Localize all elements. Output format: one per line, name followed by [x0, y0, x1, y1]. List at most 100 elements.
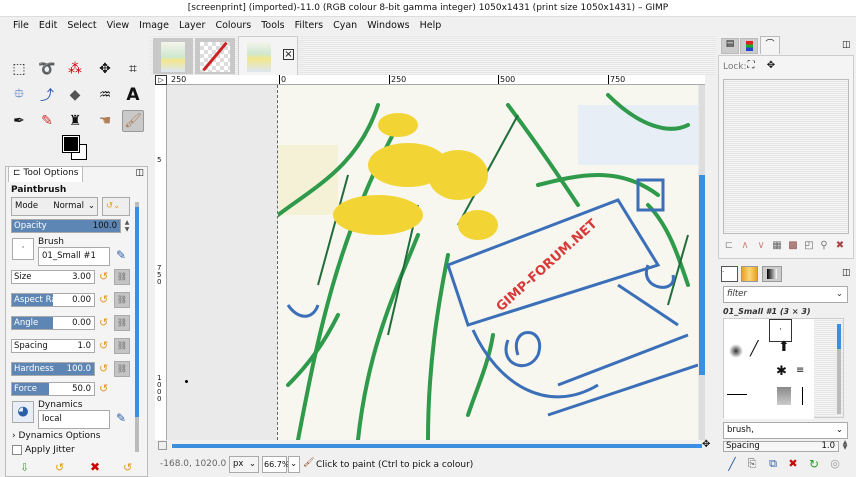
duplicate-path-icon[interactable]: ▦ — [770, 240, 784, 251]
text-tool-icon[interactable]: A — [122, 84, 144, 106]
menu-tools[interactable]: Tools — [256, 17, 289, 35]
brush-hline[interactable] — [727, 394, 747, 395]
opacity-spinner[interactable]: ▲ ▼ — [122, 219, 132, 233]
options-scrollbar[interactable] — [135, 202, 139, 452]
tab-paths[interactable]: ⌒ — [760, 36, 780, 54]
hardness-slider[interactable]: Hardness 100.0 — [11, 362, 95, 376]
menu-colours[interactable]: Colours — [210, 17, 256, 35]
zoom-field[interactable]: 66.7% — [262, 456, 289, 473]
lock-path-icon[interactable]: ⛶ — [744, 60, 758, 71]
horizontal-scrollbar[interactable] — [172, 444, 702, 448]
edit-brush-icon[interactable]: ✎ — [116, 248, 126, 262]
reset-force-icon[interactable]: ↺ — [99, 383, 111, 395]
move-tool-icon[interactable]: ✥ — [94, 58, 116, 80]
brush-splatter[interactable]: ✱ — [776, 364, 787, 379]
brush-field[interactable]: 01_Small #1 — [38, 247, 110, 266]
new-path-icon[interactable]: ⊏ — [722, 240, 736, 251]
selection-to-path-icon[interactable]: ◰ — [802, 240, 816, 251]
lower-path-icon[interactable]: ∨ — [754, 240, 768, 251]
panel-menu-icon[interactable]: ◫ — [135, 168, 144, 178]
menu-layer[interactable]: Layer — [174, 17, 211, 35]
menu-file[interactable]: File — [8, 17, 34, 35]
reset-angle-icon[interactable]: ↺ — [99, 317, 111, 329]
menu-windows[interactable]: Windows — [362, 17, 414, 35]
crop-tool-icon[interactable]: ⌗ — [122, 58, 144, 80]
brush-preview[interactable]: · — [12, 238, 34, 260]
menu-help[interactable]: Help — [415, 17, 447, 35]
spacing-slider[interactable]: Spacing 1.0 — [11, 339, 95, 353]
path-to-selection-icon[interactable]: ▩ — [786, 240, 800, 251]
duplicate-brush-icon[interactable]: ⧉ — [766, 457, 780, 471]
vertical-scrollbar[interactable] — [699, 85, 705, 440]
brush-grid-scrollbar[interactable] — [837, 324, 841, 414]
lock-position-icon[interactable]: ✥ — [764, 60, 778, 71]
edit-brush-icon[interactable]: ╱ — [725, 457, 739, 471]
delete-options-icon[interactable]: ✖ — [90, 460, 100, 474]
rect-select-tool-icon[interactable]: ⬚ — [8, 58, 30, 80]
brush-filter-input[interactable]: filter ⌄ — [723, 286, 848, 303]
image-content[interactable]: GIMP-FORUM.NET — [277, 85, 698, 440]
brush-line[interactable]: ╱ — [750, 341, 758, 357]
image-canvas[interactable]: GIMP-FORUM.NET — [167, 85, 705, 440]
stroke-path-icon[interactable]: ⚲ — [817, 240, 831, 251]
menu-edit[interactable]: Edit — [34, 17, 62, 35]
tab-brushes[interactable]: · — [721, 266, 738, 282]
panel-menu-icon[interactable]: ◫ — [842, 268, 851, 278]
warp-tool-icon[interactable]: ⤴ — [36, 84, 58, 106]
menu-cyan[interactable]: Cyan — [328, 17, 362, 35]
foreground-color[interactable] — [62, 135, 80, 153]
reset-options-icon[interactable]: ↺ — [123, 461, 132, 474]
dynamics-field[interactable]: local — [38, 410, 110, 429]
navigate-icon[interactable]: ✥ — [702, 439, 710, 450]
apply-jitter-checkbox[interactable]: Apply Jitter — [12, 443, 75, 456]
reset-hardness-icon[interactable]: ↺ — [99, 363, 111, 375]
aspect-ratio-slider[interactable]: Aspect Ratio 0.00 — [11, 293, 95, 307]
bucket-fill-tool-icon[interactable]: ◆ — [64, 84, 86, 106]
tab-patterns[interactable] — [741, 266, 758, 282]
raise-path-icon[interactable]: ∧ — [738, 240, 752, 251]
brush-fuzzy[interactable] — [729, 344, 743, 358]
image-tab-3-active[interactable]: × — [238, 36, 298, 75]
angle-slider[interactable]: Angle 0.00 — [11, 316, 95, 330]
unified-transform-tool-icon[interactable]: ⯐ — [8, 84, 30, 106]
opacity-slider[interactable]: Opacity 100.0 — [11, 219, 121, 233]
link-spacing-button[interactable]: ⛓ — [114, 338, 130, 354]
menu-image[interactable]: Image — [134, 17, 174, 35]
tab-gradients[interactable] — [762, 266, 782, 282]
image-tab-1[interactable] — [153, 38, 193, 74]
link-hardness-button[interactable]: ⛓ — [114, 361, 130, 377]
reset-size-icon[interactable]: ↺ — [99, 271, 111, 283]
navigate-button[interactable] — [158, 441, 167, 450]
dynamics-icon[interactable]: ◕ — [12, 401, 34, 423]
menu-filters[interactable]: Filters — [290, 17, 328, 35]
dynamics-options-expander[interactable]: › Dynamics Options — [12, 430, 100, 442]
tab-tool-options[interactable]: ⊏ Tool Options — [8, 166, 84, 182]
link-aspect-button[interactable]: ⛓ — [114, 292, 130, 308]
brush-vline[interactable] — [802, 387, 803, 405]
link-angle-button[interactable]: ⛓ — [114, 315, 130, 331]
edit-dynamics-icon[interactable]: ✎ — [116, 411, 126, 425]
smudge-tool-icon[interactable]: ☚ — [94, 110, 116, 132]
brush-arrow[interactable]: ⬆ — [778, 339, 790, 355]
reset-spacing-icon[interactable]: ↺ — [99, 340, 111, 352]
close-tab-icon[interactable]: × — [283, 49, 294, 60]
save-options-icon[interactable]: ⇩ — [20, 461, 29, 474]
unit-select[interactable]: px ⌄ — [229, 456, 259, 473]
color-picker-tool-icon[interactable]: ✒ — [8, 110, 30, 132]
paths-tool-icon[interactable]: ♒ — [94, 84, 116, 106]
refresh-brushes-icon[interactable]: ↻ — [807, 457, 821, 471]
delete-brush-icon[interactable]: ✖ — [786, 457, 800, 470]
clone-tool-icon[interactable]: ♜ — [64, 110, 86, 132]
menu-view[interactable]: View — [102, 17, 135, 35]
fuzzy-select-tool-icon[interactable]: ⁂ — [64, 58, 86, 80]
mode-select[interactable]: Mode Normal ⌄ — [11, 197, 98, 216]
image-tab-2[interactable] — [195, 38, 235, 74]
eraser-tool-icon[interactable]: ✎ — [36, 110, 58, 132]
brush-grid[interactable]: · ╱ ⬆ ✱ ≡ — [723, 318, 844, 419]
reset-aspect-icon[interactable]: ↺ — [99, 294, 111, 306]
brush-spacing-slider[interactable]: Spacing 1.0 — [723, 441, 839, 452]
link-size-button[interactable]: ⛓ — [114, 269, 130, 285]
size-slider[interactable]: Size 3.00 — [11, 270, 95, 284]
brush-spacing-spinner[interactable]: ▲ ▼ — [840, 440, 850, 451]
quick-mask-toggle-icon[interactable]: ▷ — [155, 75, 167, 85]
